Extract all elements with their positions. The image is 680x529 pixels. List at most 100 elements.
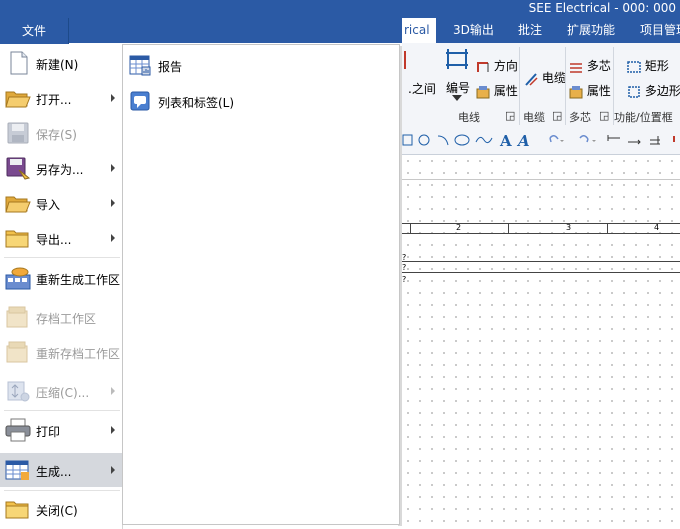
generate-submenu: 报告 列表和标签(L) [122, 44, 400, 525]
wire-tool-icon [404, 51, 406, 69]
menu-item-label: 打开... [36, 93, 72, 107]
column-number: 4 [654, 223, 660, 232]
tab-extensions[interactable]: 扩展功能 [567, 18, 615, 43]
attribute-icon [569, 85, 583, 98]
rectangle-label: 矩形 [644, 59, 669, 73]
dialog-launcher-icon[interactable]: ◲ [505, 109, 515, 122]
drawing-canvas[interactable]: 2 3 4 ? ? ? [402, 155, 680, 529]
menu-item-archive-workspace[interactable]: 存档工作区 [0, 300, 122, 334]
ellipse-draw-icon[interactable] [454, 134, 470, 146]
column-number: 3 [566, 223, 572, 232]
ribbon-group-wire: 电线 [458, 111, 480, 124]
menu-item-label: 导出... [36, 233, 72, 247]
ribbon-separator [565, 47, 566, 125]
menu-item-save[interactable]: 保存(S) [0, 116, 122, 150]
close-folder-icon [5, 501, 29, 519]
rearchive-workspace-icon [6, 341, 28, 363]
text-tool-icon[interactable]: A [499, 132, 512, 150]
chevron-down-icon[interactable] [560, 140, 564, 142]
submenu-arrow-icon [111, 387, 115, 395]
circle-draw-icon[interactable] [418, 134, 430, 146]
column-number: 2 [456, 223, 462, 232]
wire-number-button[interactable]: 编号 [446, 79, 470, 96]
menu-item-new[interactable]: 新建(N) [0, 46, 122, 80]
menu-item-save-as[interactable]: 另存为... [0, 151, 122, 185]
menu-separator [4, 490, 120, 491]
drawing-tools-icons: A A [402, 132, 675, 150]
list-label-icon [130, 91, 150, 111]
menu-item-label: 导入 [36, 198, 61, 212]
submenu-item-label: 列表和标签(L) [158, 96, 235, 110]
tab-electrical[interactable]: rical [402, 18, 436, 43]
tab-annotate[interactable]: 批注 [518, 18, 542, 43]
menu-item-label: 存档工作区 [36, 312, 97, 326]
frame-border [402, 233, 680, 234]
direction-button[interactable]: 方向 [476, 57, 518, 74]
menu-item-rearchive-workspace[interactable]: 重新存档工作区 [0, 335, 122, 369]
submenu-arrow-icon [111, 234, 115, 242]
submenu-arrow-icon [111, 199, 115, 207]
menu-item-compress[interactable]: 压缩(C)... [0, 374, 122, 408]
frame-row-line [402, 261, 680, 262]
between-label: 之间 [411, 82, 436, 96]
dimension-icon[interactable] [607, 135, 620, 141]
redo-icon[interactable] [579, 135, 589, 143]
ribbon-tab-bar: rical 3D输出 批注 扩展功能 项目管理 [0, 18, 680, 43]
polygon-icon [628, 85, 640, 98]
rectangle-icon [627, 60, 641, 73]
dialog-launcher-icon[interactable]: ◲ [552, 109, 562, 122]
arc-draw-icon[interactable] [437, 135, 449, 146]
submenu-arrow-icon [111, 426, 115, 434]
ribbon-group-cable: 电缆 [523, 111, 545, 124]
chevron-down-icon[interactable] [452, 95, 462, 101]
multicore-attribute-button[interactable]: 属性 [569, 82, 611, 99]
report-icon [129, 55, 151, 76]
cable-button[interactable]: 电缆 [524, 69, 566, 86]
menu-item-import[interactable]: 导入 [0, 186, 122, 220]
dimension-align-icon[interactable] [650, 136, 660, 145]
printer-icon [5, 418, 31, 442]
menu-item-label: 打印 [36, 425, 61, 439]
wire-number-icon [446, 49, 468, 69]
rectangle-button[interactable]: 矩形 [627, 57, 669, 74]
ribbon-group-multicore: 多芯 [569, 111, 591, 124]
menu-separator [4, 257, 120, 258]
wire-attribute-button[interactable]: 属性 [476, 82, 518, 99]
undo-icon[interactable] [549, 135, 559, 143]
rectangle-draw-icon[interactable] [402, 134, 413, 146]
menu-item-print[interactable]: 打印 [0, 413, 122, 447]
import-folder-icon [5, 196, 31, 213]
menu-item-label: 新建(N) [36, 58, 79, 72]
new-document-icon [10, 51, 28, 75]
tab-project-management[interactable]: 项目管理 [640, 18, 680, 43]
dialog-launcher-icon[interactable]: ◲ [599, 109, 609, 122]
submenu-item-report[interactable]: 报告 [127, 51, 395, 79]
menu-item-regenerate-workspace[interactable]: 重新生成工作区 [0, 261, 122, 295]
drawing-toolbar: A A [402, 128, 680, 155]
multicore-icon [570, 62, 582, 73]
curve-draw-icon[interactable] [475, 136, 493, 144]
ribbon-group-function-location: 功能/位置框 [614, 111, 673, 124]
dimension-arrow-icon[interactable] [628, 139, 641, 145]
export-folder-icon [5, 230, 29, 248]
file-tab[interactable]: 文件 [0, 18, 69, 44]
polygon-button[interactable]: 多边形 [627, 82, 680, 99]
menu-item-generate[interactable]: 生成... [0, 453, 122, 487]
wire-attribute-label: 属性 [493, 84, 518, 98]
menu-item-close[interactable]: 关闭(C) [0, 492, 122, 526]
generate-table-icon [5, 460, 29, 480]
menu-item-open[interactable]: 打开... [0, 81, 122, 115]
tab-3d-output[interactable]: 3D输出 [453, 18, 494, 43]
menu-separator [4, 410, 120, 411]
attribute-icon [476, 85, 490, 98]
submenu-item-list-label[interactable]: 列表和标签(L) [127, 87, 395, 115]
multicore-button[interactable]: 多芯 [569, 57, 611, 74]
chevron-down-icon[interactable] [592, 140, 596, 142]
menu-item-export[interactable]: 导出... [0, 221, 122, 255]
menu-item-label: 压缩(C)... [36, 386, 90, 400]
text-format-icon[interactable]: A [516, 132, 530, 150]
row-marker: ? [402, 263, 407, 272]
between-button[interactable]: .之间 [408, 80, 436, 97]
title-bar: SEE Electrical - 000: 000 [0, 0, 680, 18]
menu-item-label: 保存(S) [36, 128, 77, 142]
